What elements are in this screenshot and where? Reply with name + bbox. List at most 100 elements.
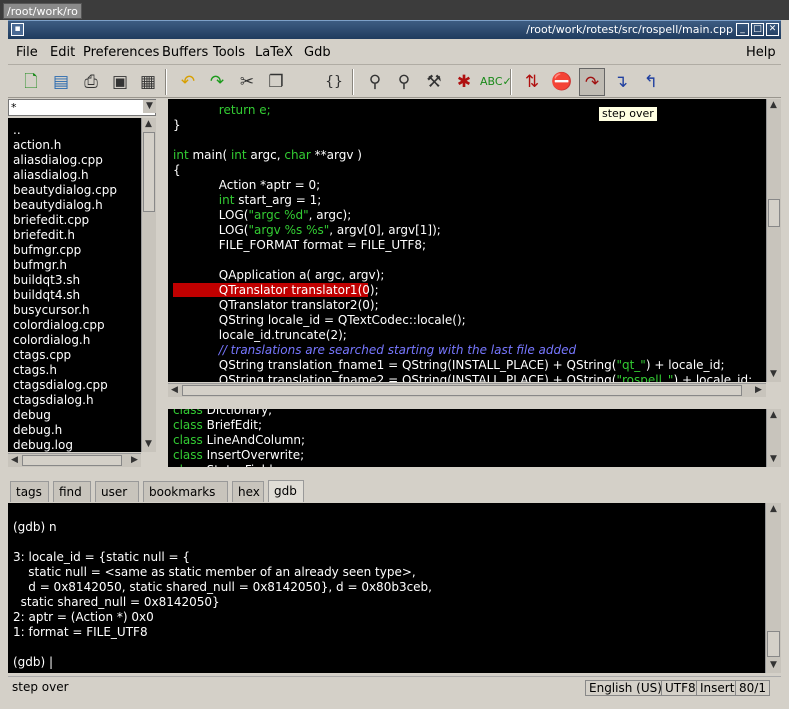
code-text: QTranslator translator1(0); [173,283,379,297]
scroll-down-icon[interactable]: ▼ [767,453,780,466]
menu-tools[interactable]: Tools [213,45,245,60]
file-list-item[interactable]: colordialog.h [13,333,90,347]
step-out-icon[interactable]: ↰ [638,68,664,96]
menu-buffers[interactable]: Buffers [162,45,208,60]
file-list-item[interactable]: colordialog.cpp [13,318,105,332]
file-list-item[interactable]: .. [13,123,21,137]
file-list-item[interactable]: briefedit.cpp [13,213,89,227]
file-list-item[interactable]: briefedit.h [13,228,75,242]
outline-item[interactable]: class InsertOverwrite; [173,448,304,462]
outline-pane[interactable]: class Dictionary; class BriefEdit; class L… [168,409,766,467]
tab-user[interactable]: user [95,481,139,502]
editor-hscrollbar[interactable]: ◀ ▶ [168,383,766,397]
file-list-item[interactable]: buildqt4.sh [13,288,80,302]
outline-item[interactable]: class LineAndColumn; [173,433,305,447]
console-scrollbar[interactable]: ▲ ▼ [765,503,781,673]
file-filter-input[interactable]: * [8,99,156,116]
run-icon[interactable]: ⇅ [519,68,545,96]
window-titlebar[interactable]: ▪ /root/work/rotest/src/rospell/main.cpp… [8,20,781,39]
file-list-item[interactable]: bufmgr.cpp [13,243,81,257]
step-over-icon[interactable]: ↷ [579,68,605,96]
file-list-item[interactable]: busycursor.h [13,303,90,317]
menu-help[interactable]: Help [746,45,776,60]
file-list-item[interactable]: debug.h [13,423,62,437]
tab-hex[interactable]: hex [232,481,264,502]
file-list-item[interactable]: debug.log [13,438,73,452]
save-all-icon[interactable]: ▦ [135,68,161,96]
file-list-item[interactable]: ctagsdialog.h [13,393,94,407]
copy-icon[interactable]: ❐ [263,68,289,96]
file-list-item[interactable]: ctags.h [13,363,57,377]
menu-latex[interactable]: LaTeX [255,45,293,60]
chevron-down-icon[interactable]: ▼ [143,100,156,113]
menu-preferences[interactable]: Preferences [83,45,159,60]
print-icon[interactable]: ⎙ [78,68,104,96]
tab-gdb[interactable]: gdb [268,480,304,502]
scroll-up-icon[interactable]: ▲ [142,118,155,131]
file-list-item[interactable]: aliasdialog.h [13,168,89,182]
code-line: int main( int argc, char **argv ) [173,148,362,162]
scroll-left-icon[interactable]: ◀ [8,454,21,467]
step-into-icon[interactable]: ↴ [608,68,634,96]
scroll-up-icon[interactable]: ▲ [767,99,780,112]
build-icon[interactable]: ⚒ [421,68,447,96]
scroll-down-icon[interactable]: ▼ [142,438,155,451]
outline-item[interactable]: class Dictionary; [173,409,272,417]
tab-find[interactable]: find [53,481,91,502]
file-list-item[interactable]: beautydialog.cpp [13,183,117,197]
scroll-thumb[interactable] [22,455,122,466]
scroll-up-icon[interactable]: ▲ [767,409,780,422]
scroll-right-icon[interactable]: ▶ [752,384,765,397]
gdb-console[interactable]: (gdb) n 3: locale_id = {static null = { s… [8,503,765,673]
scroll-thumb[interactable] [143,132,155,212]
minimize-icon[interactable]: _ [736,23,749,36]
file-list-item[interactable]: ctags.cpp [13,348,71,362]
outline-item[interactable]: class BriefEdit; [173,418,262,432]
code-line: QApplication a( argc, argv); [173,268,385,282]
save-icon[interactable]: ▣ [107,68,133,96]
maximize-icon[interactable]: □ [751,23,764,36]
menu-edit[interactable]: Edit [50,45,75,60]
file-list-item[interactable]: bufmgr.h [13,258,67,272]
redo-icon[interactable]: ↷ [204,68,230,96]
file-list-item[interactable]: beautydialog.h [13,198,103,212]
tab-bookmarks[interactable]: bookmarks [143,481,228,502]
outline-item[interactable]: class StatusField; [173,463,277,467]
window-menu-icon[interactable]: ▪ [11,23,24,36]
close-icon[interactable]: ✕ [766,23,779,36]
menu-file[interactable]: File [16,45,38,60]
debug-icon[interactable]: ✱ [451,68,477,96]
code-editor[interactable]: return e;} int main( int argc, char **arg… [168,99,766,382]
file-list-hscrollbar[interactable]: ◀ ▶ [8,453,141,467]
file-list-item[interactable]: action.h [13,138,61,152]
braces-icon[interactable]: {} [321,68,347,96]
scroll-down-icon[interactable]: ▼ [767,659,780,672]
scroll-thumb[interactable] [768,199,780,227]
spellcheck-icon[interactable]: ABC✓ [480,68,512,96]
scroll-up-icon[interactable]: ▲ [767,503,780,516]
taskbar-window-button[interactable]: /root/work/ro [3,3,82,19]
file-list[interactable]: .. action.h aliasdialog.cpp aliasdialog.h be… [8,118,141,452]
file-list-item[interactable]: debug [13,408,51,422]
find-next-icon[interactable]: ⚲ [391,68,417,96]
undo-icon[interactable]: ↶ [175,68,201,96]
outline-scrollbar[interactable]: ▲ ▼ [766,409,781,467]
editor-scrollbar[interactable]: ▲ ▼ [766,99,781,382]
scroll-thumb[interactable] [182,385,742,396]
scroll-thumb[interactable] [767,631,780,657]
file-list-item[interactable]: aliasdialog.cpp [13,153,103,167]
find-icon[interactable]: ⚲ [362,68,388,96]
status-language: English (US) [585,680,666,696]
tab-tags[interactable]: tags [10,481,49,502]
menu-gdb[interactable]: Gdb [304,45,331,60]
scroll-right-icon[interactable]: ▶ [128,454,141,467]
cut-icon[interactable]: ✂ [234,68,260,96]
file-list-scrollbar[interactable]: ▲ ▼ [141,118,156,452]
new-file-icon[interactable]: 🗋 [18,68,44,96]
file-list-item[interactable]: buildqt3.sh [13,273,80,287]
scroll-left-icon[interactable]: ◀ [168,384,181,397]
scroll-down-icon[interactable]: ▼ [767,368,780,381]
file-list-item[interactable]: ctagsdialog.cpp [13,378,108,392]
open-file-icon[interactable]: ▤ [48,68,74,96]
stop-icon[interactable]: ⛔ [549,68,575,96]
